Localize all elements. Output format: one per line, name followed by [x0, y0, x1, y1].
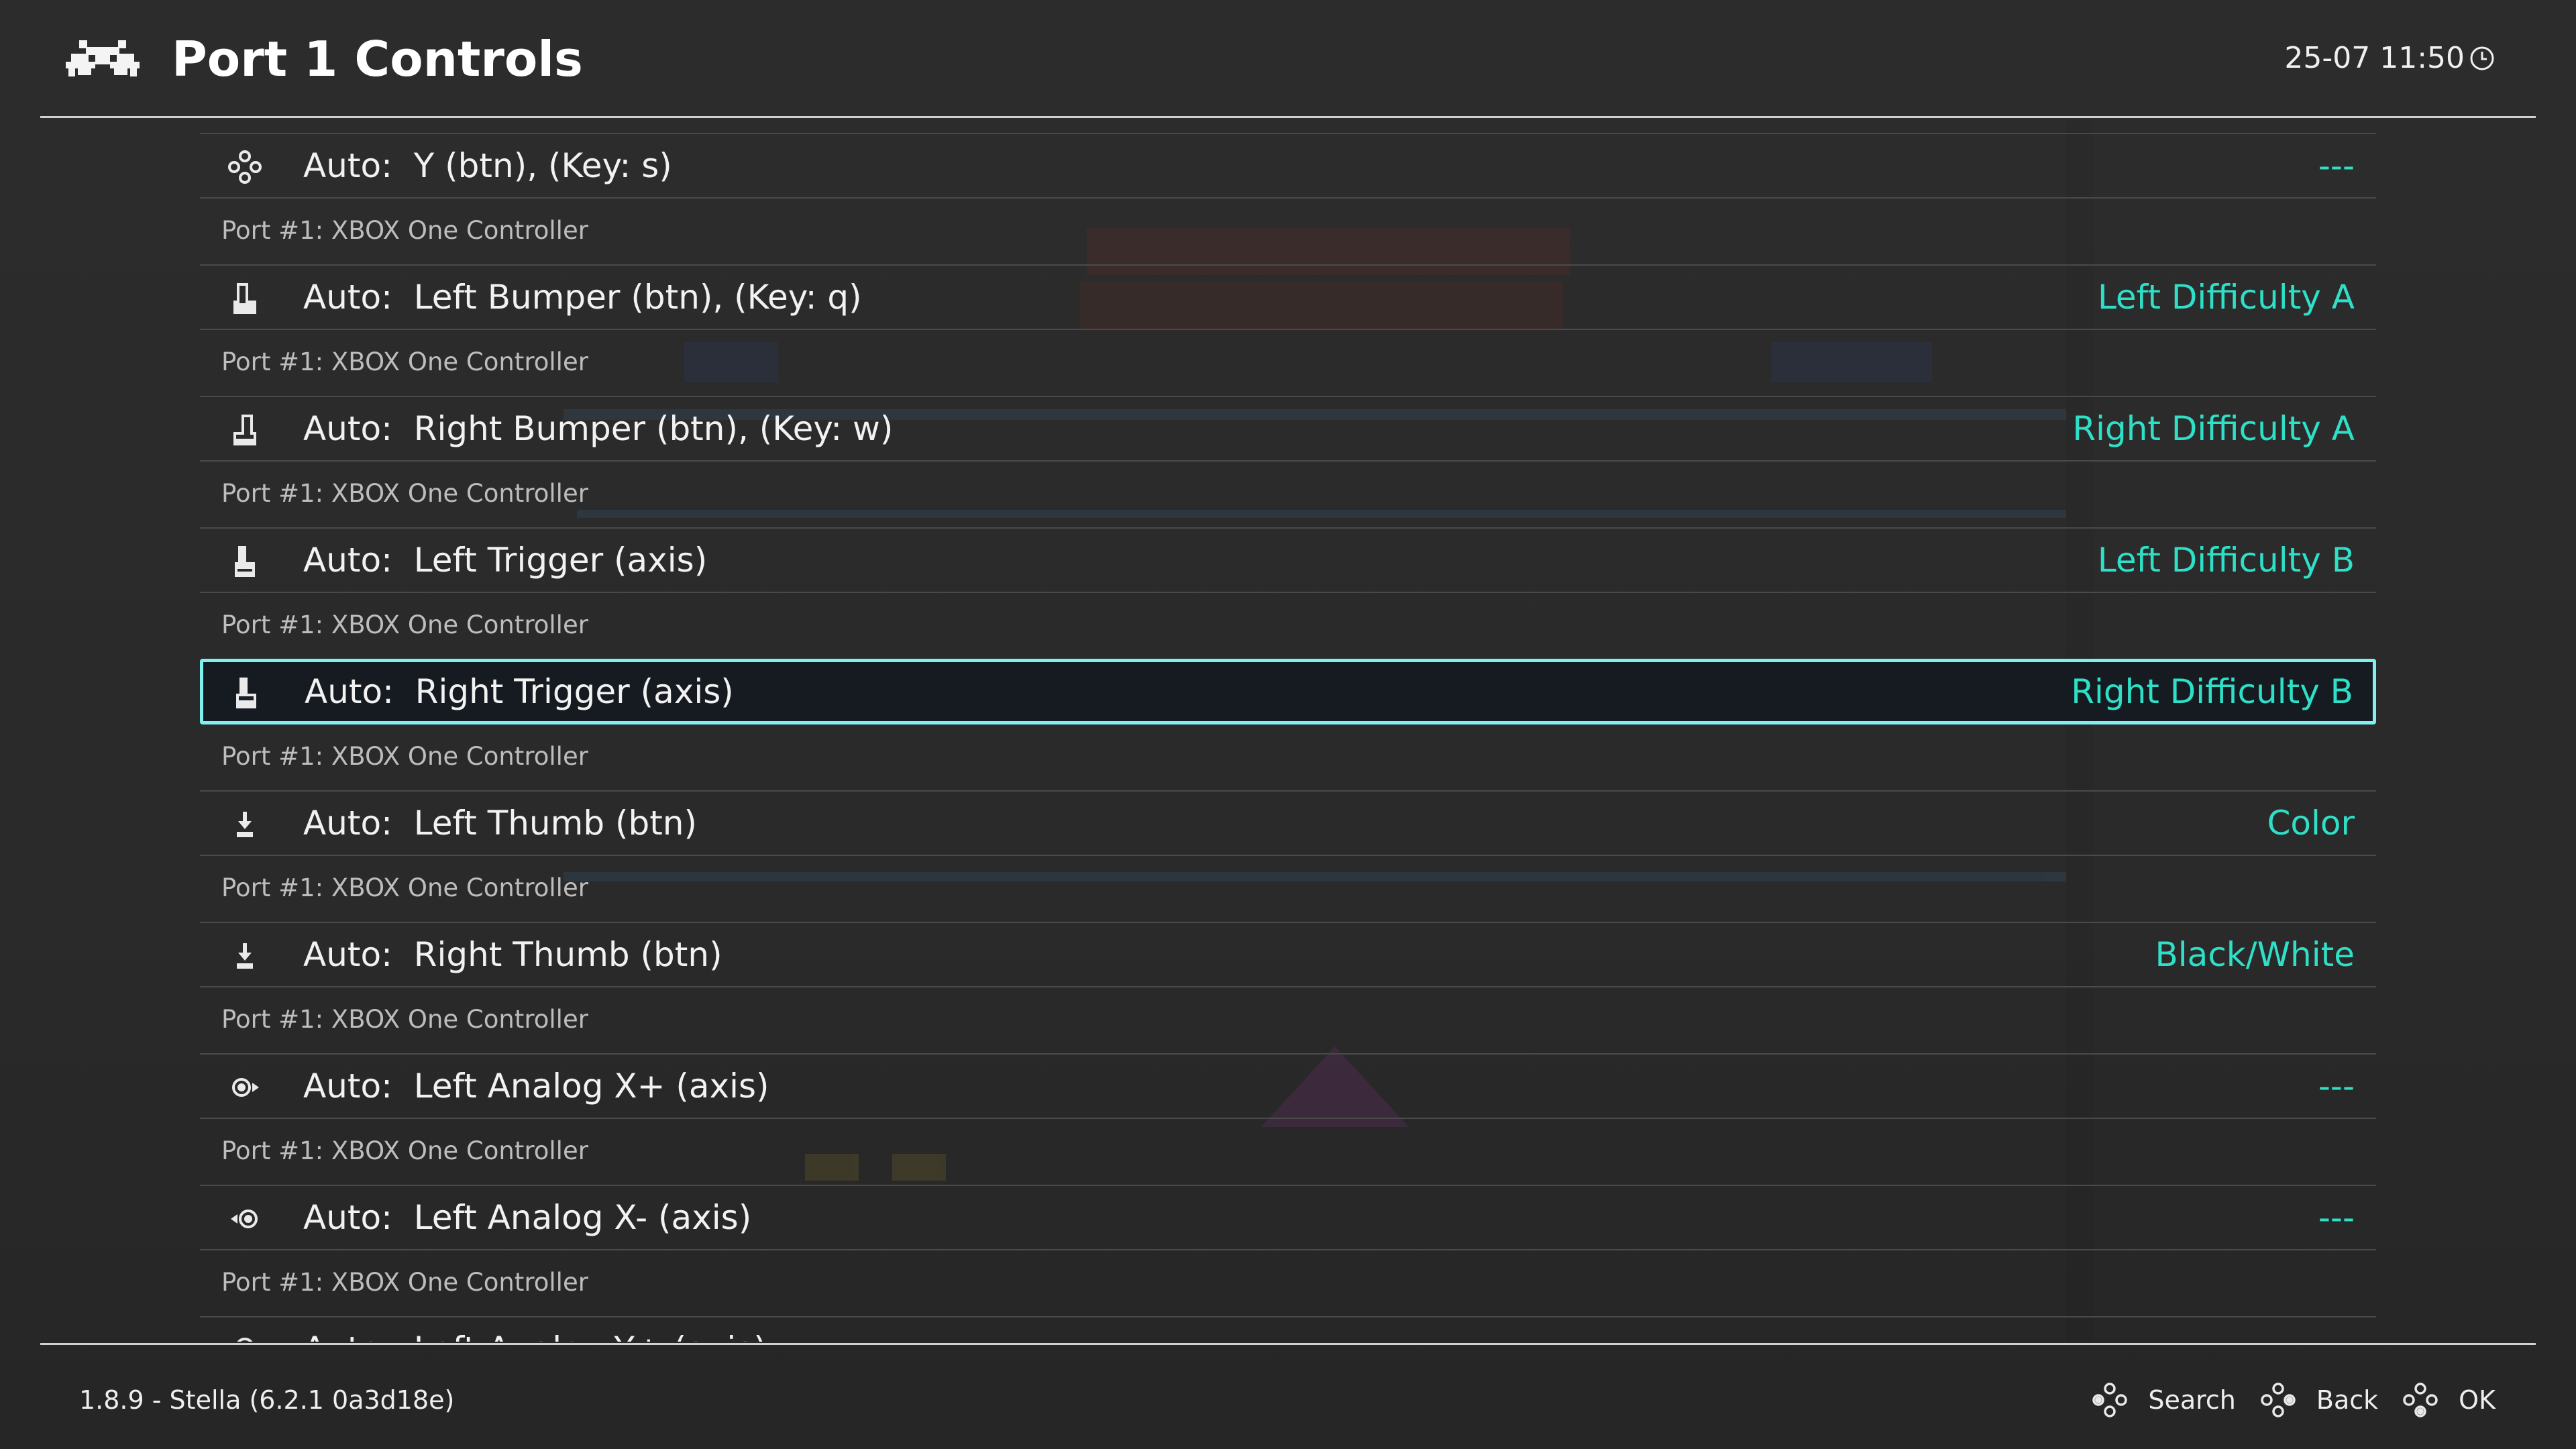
item-label: Auto: Left Thumb (btn) [303, 804, 697, 843]
gamepad-face-icon [2403, 1383, 2438, 1417]
item-sublabel: Port #1: XBOX One Controller [221, 216, 588, 245]
item-sublabel: Port #1: XBOX One Controller [221, 347, 588, 376]
list-item-right-bumper[interactable]: Auto: Right Bumper (btn), (Key: w) Right… [200, 396, 2376, 462]
analog-right-icon [232, 1078, 259, 1097]
analog-left-icon [231, 1210, 258, 1228]
item-label: Auto: Left Analog X- (axis) [303, 1198, 752, 1237]
page-title: Port 1 Controls [172, 31, 583, 87]
hint-label: Search [2148, 1385, 2236, 1415]
header-divider [40, 116, 2536, 118]
list-item-left-analog-y-plus[interactable]: Auto: Left Analog Y+ (axis) [200, 1316, 2376, 1342]
list-item-right-trigger[interactable]: Auto: Right Trigger (axis) Right Difficu… [200, 659, 2376, 724]
right-bumper-icon [233, 415, 256, 445]
gamepad-face-icon [2092, 1383, 2128, 1417]
list-item-left-bumper[interactable]: Auto: Left Bumper (btn), (Key: q) Left D… [200, 264, 2376, 330]
item-value: --- [2318, 1198, 2355, 1237]
item-value: --- [2318, 146, 2355, 185]
item-value: Left Difficulty A [2097, 278, 2355, 317]
item-label: Auto: Left Analog Y+ (axis) [303, 1318, 767, 1342]
item-sublabel: Port #1: XBOX One Controller [221, 479, 588, 508]
item-value: Color [2267, 804, 2355, 843]
left-bumper-icon [233, 283, 256, 314]
right-thumb-icon [237, 943, 253, 969]
hint-back[interactable]: Back [2260, 1382, 2378, 1418]
retroarch-invader-icon [66, 40, 140, 76]
item-label: Auto: Right Bumper (btn), (Key: w) [303, 409, 894, 448]
list-item-left-thumb[interactable]: Auto: Left Thumb (btn) Color [200, 790, 2376, 856]
item-label: Auto: Y (btn), (Key: s) [303, 146, 672, 185]
button-hints: Search Back OK [2068, 1379, 2496, 1421]
list-item-y-button[interactable]: Auto: Y (btn), (Key: s) --- [200, 133, 2376, 199]
item-sublabel: Port #1: XBOX One Controller [221, 873, 588, 902]
item-value: Left Difficulty B [2097, 541, 2355, 580]
hint-ok[interactable]: OK [2402, 1382, 2496, 1418]
item-sublabel: Port #1: XBOX One Controller [221, 1005, 588, 1034]
core-version: 1.8.9 - Stella (6.2.1 0a3d18e) [79, 1385, 455, 1415]
list-item-left-trigger[interactable]: Auto: Left Trigger (axis) Left Difficult… [200, 527, 2376, 593]
item-sublabel: Port #1: XBOX One Controller [221, 1136, 588, 1165]
left-trigger-icon [235, 546, 255, 577]
item-sublabel: Port #1: XBOX One Controller [221, 610, 588, 639]
hint-label: OK [2459, 1385, 2496, 1415]
face-buttons-icon [228, 150, 262, 184]
hint-search[interactable]: Search [2092, 1382, 2236, 1418]
controls-list[interactable]: Auto: Y (btn), (Key: s) --- Port #1: XBO… [200, 133, 2376, 1342]
gamepad-face-icon [2261, 1383, 2296, 1417]
item-value: Right Difficulty B [2071, 672, 2353, 711]
item-label: Auto: Right Thumb (btn) [303, 935, 722, 974]
list-item-right-thumb[interactable]: Auto: Right Thumb (btn) Black/White [200, 922, 2376, 987]
analog-down-icon [237, 1338, 253, 1342]
item-value: Right Difficulty A [2072, 409, 2355, 448]
item-value: Black/White [2155, 935, 2355, 974]
hint-label: Back [2316, 1385, 2379, 1415]
item-value: --- [2318, 1067, 2355, 1106]
item-label: Auto: Right Trigger (axis) [305, 672, 734, 711]
item-label: Auto: Left Trigger (axis) [303, 541, 708, 580]
item-sublabel: Port #1: XBOX One Controller [221, 1268, 588, 1297]
clock-text: 25-07 11:50 [2284, 41, 2465, 75]
list-item-left-analog-x-minus[interactable]: Auto: Left Analog X- (axis) --- [200, 1185, 2376, 1250]
clock: 25-07 11:50 [2284, 35, 2496, 82]
item-sublabel: Port #1: XBOX One Controller [221, 742, 588, 771]
clock-icon [2470, 46, 2494, 70]
footer: 1.8.9 - Stella (6.2.1 0a3d18e) Search Ba… [0, 1345, 2576, 1449]
left-thumb-icon [237, 812, 253, 837]
item-label: Auto: Left Bumper (btn), (Key: q) [303, 278, 862, 317]
item-label: Auto: Left Analog X+ (axis) [303, 1067, 769, 1106]
list-item-left-analog-x-plus[interactable]: Auto: Left Analog X+ (axis) --- [200, 1053, 2376, 1119]
right-trigger-icon [236, 678, 256, 708]
header: Port 1 Controls 25-07 11:50 [0, 0, 2576, 118]
